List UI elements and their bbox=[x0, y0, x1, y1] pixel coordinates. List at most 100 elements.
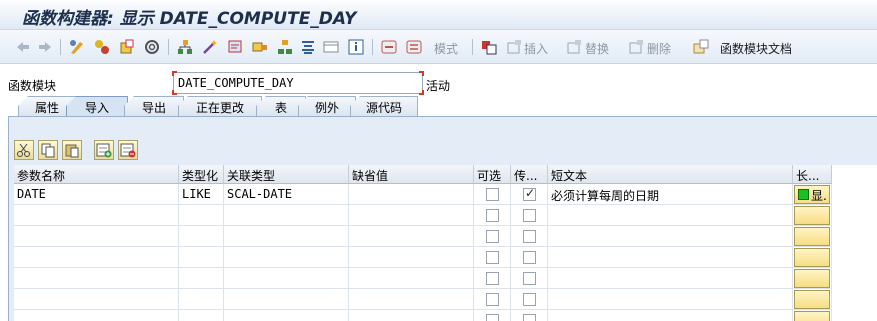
empty-cell[interactable] bbox=[349, 310, 474, 321]
empty-cell[interactable] bbox=[793, 247, 832, 268]
column-header-optional[interactable]: 可选 bbox=[474, 165, 511, 184]
empty-cell[interactable] bbox=[548, 289, 793, 310]
empty-cell[interactable] bbox=[511, 247, 548, 268]
empty-cell[interactable] bbox=[14, 247, 179, 268]
where-used-icon[interactable] bbox=[143, 38, 161, 56]
column-header-pass-value[interactable]: 传... bbox=[511, 165, 548, 184]
empty-cell[interactable] bbox=[474, 289, 511, 310]
long-text-button[interactable] bbox=[794, 206, 830, 225]
empty-cell[interactable] bbox=[793, 226, 832, 247]
column-header-param-name[interactable]: 参数名称 bbox=[14, 165, 179, 184]
default-cell[interactable] bbox=[349, 184, 474, 205]
table-row[interactable] bbox=[14, 226, 877, 247]
empty-cell[interactable] bbox=[511, 310, 548, 321]
object-list-icon[interactable] bbox=[118, 38, 136, 56]
column-header-long-text[interactable]: 长... bbox=[793, 165, 832, 184]
long-text-button[interactable] bbox=[794, 248, 830, 267]
mode-button[interactable]: 模式 bbox=[434, 40, 458, 57]
pass-value-checkbox[interactable] bbox=[523, 293, 536, 306]
empty-cell[interactable] bbox=[548, 310, 793, 321]
empty-cell[interactable] bbox=[179, 226, 224, 247]
pass-value-checkbox[interactable] bbox=[523, 314, 536, 321]
empty-cell[interactable] bbox=[474, 205, 511, 226]
empty-cell[interactable] bbox=[793, 205, 832, 226]
tab-import[interactable]: 导入 bbox=[66, 96, 128, 117]
empty-cell[interactable] bbox=[14, 268, 179, 289]
empty-cell[interactable] bbox=[548, 226, 793, 247]
empty-cell[interactable] bbox=[474, 226, 511, 247]
tab-source-code[interactable]: 源代码 bbox=[350, 96, 418, 116]
copy-icon[interactable] bbox=[38, 140, 58, 160]
pass-value-checkbox[interactable] bbox=[523, 272, 536, 285]
function-module-field[interactable]: DATE_COMPUTE_DAY bbox=[173, 72, 423, 94]
empty-cell[interactable] bbox=[793, 310, 832, 321]
empty-cell[interactable] bbox=[349, 247, 474, 268]
optional-checkbox[interactable] bbox=[486, 293, 499, 306]
empty-cell[interactable] bbox=[14, 310, 179, 321]
empty-cell[interactable] bbox=[511, 289, 548, 310]
empty-cell[interactable] bbox=[349, 205, 474, 226]
display-change-icon[interactable] bbox=[68, 38, 86, 56]
empty-cell[interactable] bbox=[179, 205, 224, 226]
tab-exceptions[interactable]: 例外 bbox=[298, 96, 356, 116]
empty-cell[interactable] bbox=[511, 226, 548, 247]
pattern-insert-icon[interactable] bbox=[405, 38, 423, 56]
empty-cell[interactable] bbox=[14, 226, 179, 247]
empty-cell[interactable] bbox=[179, 247, 224, 268]
empty-cell[interactable] bbox=[474, 310, 511, 321]
empty-cell[interactable] bbox=[224, 205, 349, 226]
delete-icon[interactable] bbox=[627, 38, 645, 56]
test-icon[interactable] bbox=[226, 38, 244, 56]
transport-icon[interactable] bbox=[251, 38, 269, 56]
pass-value-checkbox[interactable] bbox=[523, 209, 536, 222]
insert-button[interactable]: 插入 bbox=[524, 40, 548, 57]
empty-cell[interactable] bbox=[224, 268, 349, 289]
replace-icon[interactable] bbox=[565, 38, 583, 56]
active-inactive-icon[interactable] bbox=[93, 38, 111, 56]
empty-cell[interactable] bbox=[179, 289, 224, 310]
long-text-button[interactable]: 显. bbox=[794, 185, 830, 204]
empty-cell[interactable] bbox=[511, 205, 548, 226]
pass-value-checkbox[interactable] bbox=[523, 230, 536, 243]
replace-button[interactable]: 替换 bbox=[585, 40, 609, 57]
short-text-cell[interactable]: 必须计算每周的日期 bbox=[548, 184, 793, 205]
layout-icon[interactable] bbox=[322, 38, 340, 56]
table-row[interactable] bbox=[14, 268, 877, 289]
table-row[interactable] bbox=[14, 205, 877, 226]
empty-cell[interactable] bbox=[224, 226, 349, 247]
pass-value-checkbox[interactable] bbox=[523, 251, 536, 264]
param-name-cell[interactable]: DATE bbox=[14, 184, 179, 205]
tab-changing[interactable]: 正在更改 bbox=[178, 96, 262, 116]
table-row[interactable] bbox=[14, 310, 877, 321]
paste-icon[interactable] bbox=[62, 140, 82, 160]
tab-export[interactable]: 导出 bbox=[124, 96, 184, 116]
empty-cell[interactable] bbox=[14, 205, 179, 226]
cut-icon[interactable] bbox=[14, 140, 34, 160]
empty-cell[interactable] bbox=[179, 310, 224, 321]
empty-cell[interactable] bbox=[224, 310, 349, 321]
back-arrow-icon[interactable] bbox=[14, 38, 32, 56]
pass-value-checkbox[interactable] bbox=[523, 186, 536, 201]
documentation-icon[interactable] bbox=[692, 38, 710, 56]
column-header-default[interactable]: 缺省值 bbox=[349, 165, 474, 184]
column-header-short-text[interactable]: 短文本 bbox=[548, 165, 793, 184]
empty-cell[interactable] bbox=[474, 247, 511, 268]
optional-checkbox[interactable] bbox=[486, 209, 499, 222]
forward-arrow-icon[interactable] bbox=[36, 38, 54, 56]
ref-type-cell[interactable]: SCAL-DATE bbox=[224, 184, 349, 205]
hierarchy-icon[interactable] bbox=[176, 38, 194, 56]
empty-cell[interactable] bbox=[548, 205, 793, 226]
structure-icon[interactable] bbox=[276, 38, 294, 56]
insert-icon[interactable] bbox=[505, 38, 523, 56]
empty-cell[interactable] bbox=[793, 268, 832, 289]
long-text-button[interactable] bbox=[794, 311, 830, 321]
long-text-button[interactable] bbox=[794, 227, 830, 246]
pattern-icon[interactable] bbox=[380, 38, 398, 56]
empty-cell[interactable] bbox=[179, 268, 224, 289]
empty-cell[interactable] bbox=[224, 247, 349, 268]
long-text-button[interactable] bbox=[794, 290, 830, 309]
typing-cell[interactable]: LIKE bbox=[179, 184, 224, 205]
optional-checkbox[interactable] bbox=[486, 188, 499, 201]
long-text-button[interactable] bbox=[794, 269, 830, 288]
info-icon[interactable] bbox=[347, 38, 365, 56]
